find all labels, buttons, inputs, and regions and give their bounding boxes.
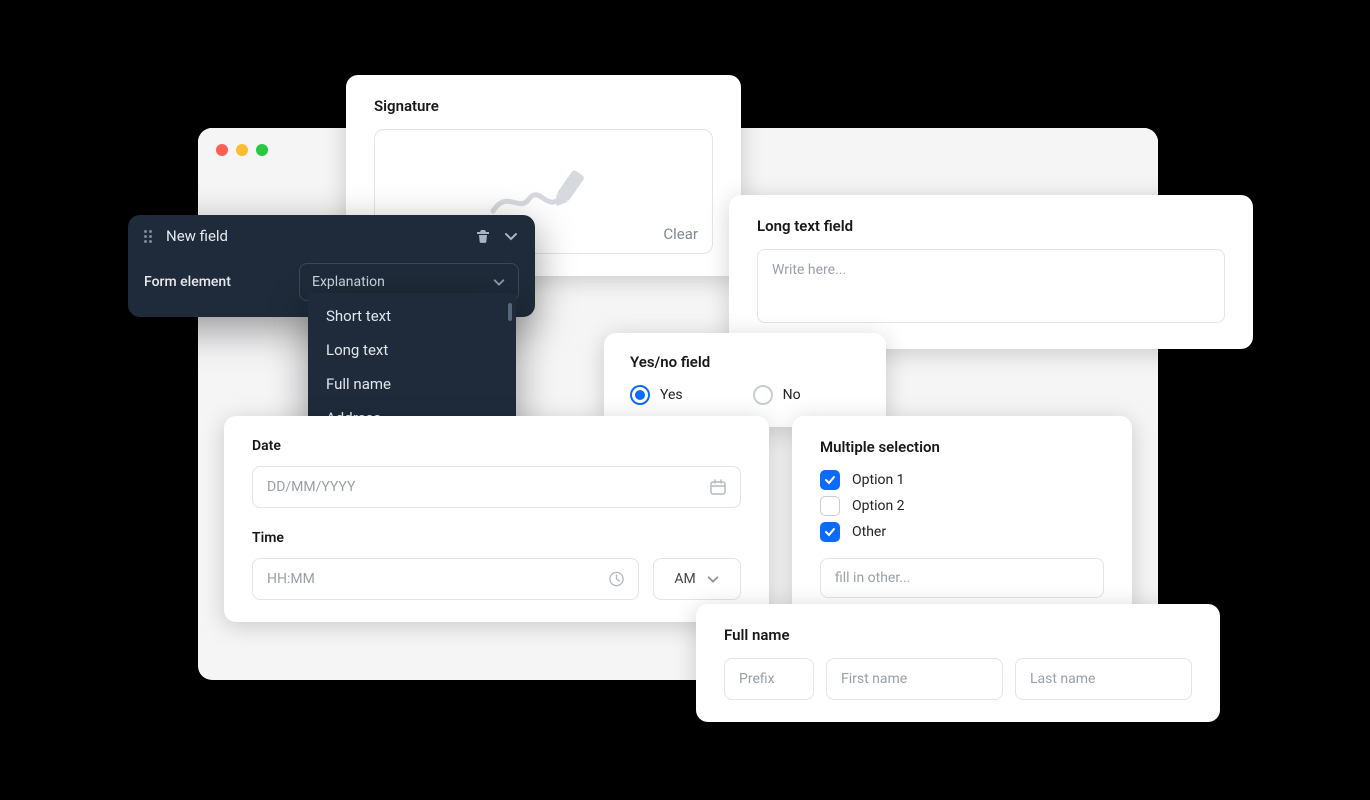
time-input[interactable] (252, 558, 639, 600)
chevron-down-icon (492, 275, 506, 289)
date-input[interactable] (252, 466, 741, 508)
date-label: Date (252, 438, 741, 454)
dropdown-option[interactable]: Long text (308, 333, 516, 367)
multiple-selection-card: Multiple selection Option 1 Option 2 Oth… (792, 416, 1132, 620)
other-input[interactable] (820, 558, 1104, 598)
checkbox-other[interactable] (820, 522, 840, 542)
form-element-selected: Explanation (312, 274, 385, 290)
prefix-input[interactable] (724, 658, 814, 700)
ampm-select[interactable]: AM (653, 558, 741, 600)
checkbox-option-2[interactable] (820, 496, 840, 516)
window-minimize-dot[interactable] (236, 144, 248, 156)
dropdown-scrollbar[interactable] (508, 303, 512, 321)
checkbox-label: Option 2 (852, 498, 905, 514)
signature-clear-button[interactable]: Clear (663, 225, 698, 243)
radio-yes[interactable]: Yes (630, 385, 683, 405)
radio-icon (630, 385, 650, 405)
last-name-input[interactable] (1015, 658, 1192, 700)
yes-no-card: Yes/no field Yes No (604, 333, 886, 427)
popover-title: New field (166, 227, 475, 245)
chevron-down-icon[interactable] (503, 228, 519, 244)
full-name-card: Full name (696, 604, 1220, 722)
time-label: Time (252, 530, 741, 546)
long-text-title: Long text field (757, 217, 1225, 235)
radio-no[interactable]: No (753, 385, 801, 405)
drag-handle-icon[interactable] (144, 230, 156, 243)
window-close-dot[interactable] (216, 144, 228, 156)
chevron-down-icon (706, 572, 720, 586)
ampm-value: AM (674, 571, 695, 587)
yes-no-title: Yes/no field (630, 353, 860, 371)
date-time-card: Date Time AM (224, 416, 769, 622)
checkbox-option-1[interactable] (820, 470, 840, 490)
full-name-title: Full name (724, 626, 1192, 644)
radio-yes-label: Yes (660, 387, 683, 403)
dropdown-option[interactable]: Short text (308, 299, 516, 333)
first-name-input[interactable] (826, 658, 1003, 700)
radio-no-label: No (783, 387, 801, 403)
clock-icon[interactable] (608, 571, 625, 588)
checkbox-label: Other (852, 524, 886, 540)
long-text-card: Long text field (729, 195, 1253, 349)
radio-icon (753, 385, 773, 405)
signature-pen-icon (489, 165, 599, 219)
signature-title: Signature (374, 97, 713, 115)
checkbox-label: Option 1 (852, 472, 905, 488)
dropdown-option[interactable]: Full name (308, 367, 516, 401)
form-element-label: Form element (144, 274, 299, 290)
window-maximize-dot[interactable] (256, 144, 268, 156)
delete-icon[interactable] (475, 228, 491, 244)
calendar-icon[interactable] (709, 478, 727, 496)
multiple-selection-title: Multiple selection (820, 438, 1104, 456)
long-text-input[interactable] (757, 249, 1225, 323)
